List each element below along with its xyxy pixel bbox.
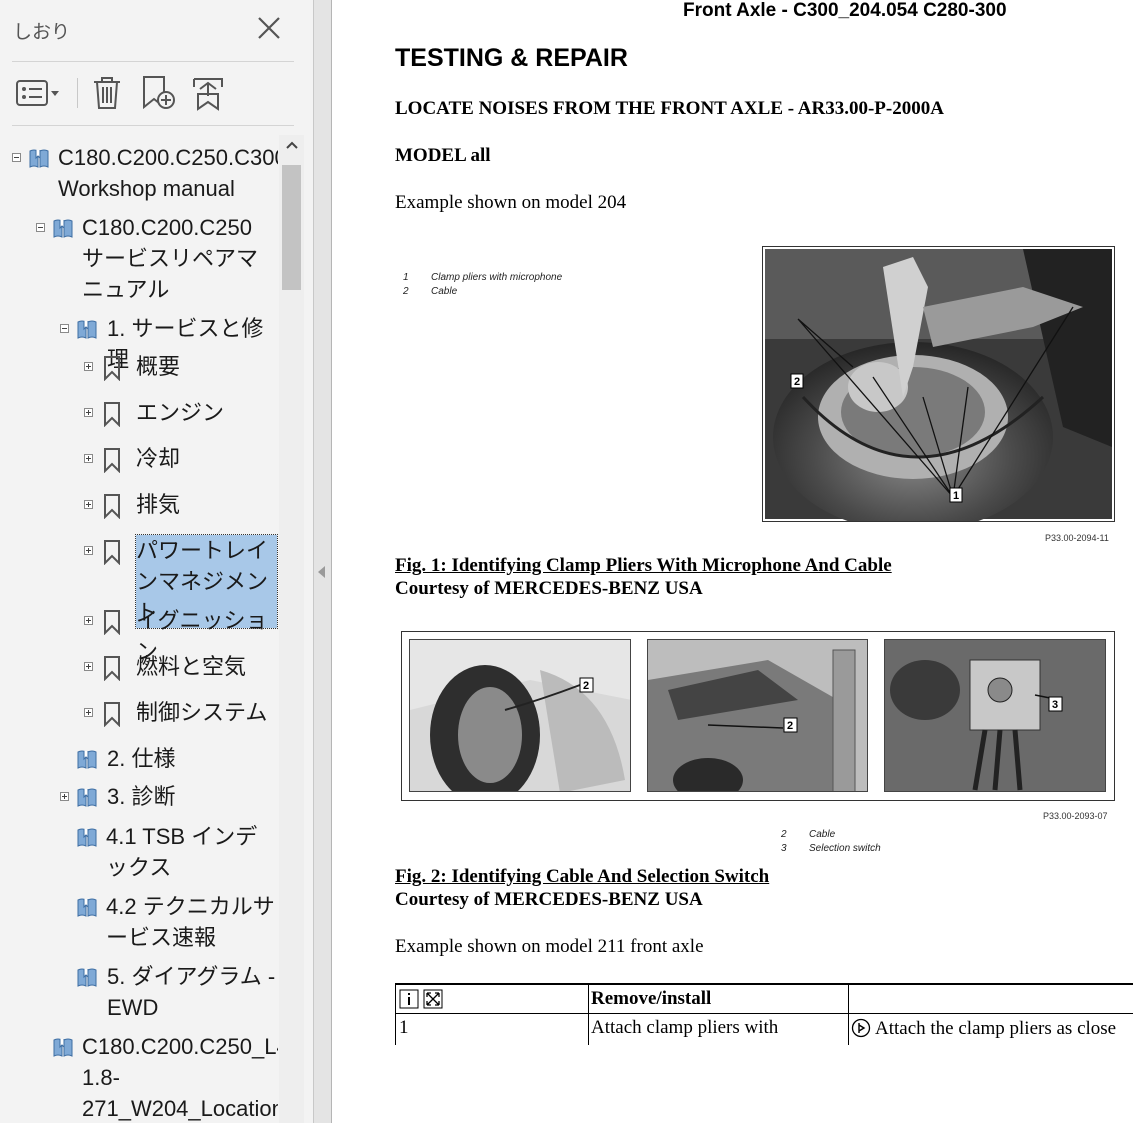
procedure-table: Remove/install 1 Attach clamp pliers wit…: [395, 983, 1133, 1045]
fig1-legend-item: 1 Clamp pliers with microphone: [403, 272, 563, 283]
list-options-icon[interactable]: [12, 72, 64, 114]
bookmark-label[interactable]: 燃料と空気: [136, 651, 276, 682]
example-note: Example shown on model 204: [395, 192, 627, 213]
panel-title: しおり: [13, 21, 71, 43]
toolbar-divider: [77, 78, 78, 108]
fullscreen-icon[interactable]: [423, 989, 443, 1013]
expand-toggle-icon[interactable]: [84, 454, 93, 463]
table-row-note: Attach the clamp pliers as close: [875, 1018, 1117, 1039]
divider: [12, 125, 294, 126]
expand-toggle-icon[interactable]: [84, 662, 93, 671]
figure-courtesy: Courtesy of MERCEDES-BENZ USA: [395, 889, 703, 910]
page-header: Front Axle - C300_204.054 C280-300: [683, 0, 1007, 21]
fig1-callout: 1: [953, 490, 959, 502]
figure-caption: Fig. 1: Identifying Clamp Pliers With Mi…: [395, 555, 892, 576]
expand-toggle-icon[interactable]: [84, 546, 93, 555]
figure-1-photo: 2 1: [762, 246, 1115, 532]
photo-car-door: 2: [647, 639, 868, 792]
bookmark-book-icon: [76, 786, 98, 812]
bookmark-label[interactable]: 2. 仕様: [107, 743, 277, 774]
collapse-toggle-icon[interactable]: [12, 153, 21, 162]
fig2-callout: 2: [583, 680, 589, 692]
bookmark-add-icon[interactable]: [136, 72, 180, 114]
bookmark-icon: [102, 493, 122, 523]
procedure-title: LOCATE NOISES FROM THE FRONT AXLE - AR33…: [395, 98, 944, 119]
table-border: [395, 1013, 1133, 1014]
bookmark-tree: C180.C200.C250.C300 Workshop manual C180.…: [0, 135, 278, 1123]
trash-icon[interactable]: [86, 72, 128, 114]
fig1-callout: 2: [794, 376, 800, 388]
bookmark-label[interactable]: 制御システム: [136, 697, 276, 728]
figure-code: P33.00-2093-07: [1043, 811, 1108, 821]
bookmark-book-icon: [52, 1036, 74, 1062]
table-border: [588, 985, 589, 1045]
table-row-action: Attach clamp pliers with: [591, 1017, 779, 1038]
bookmark-icon: [102, 447, 122, 477]
fig1-legend-item: 2 Cable: [403, 286, 458, 297]
bookmark-book-icon: [76, 896, 98, 922]
scrollbar-thumb[interactable]: [282, 165, 301, 290]
fig2-callout: 2: [787, 720, 793, 732]
document-page: Front Axle - C300_204.054 C280-300 TESTI…: [333, 0, 1133, 1123]
figure-code: P33.00-2094-11: [1045, 533, 1109, 543]
fig2-legend-item: 3 Selection switch: [781, 843, 881, 854]
expand-toggle-icon[interactable]: [84, 500, 93, 509]
close-icon[interactable]: [256, 15, 282, 41]
bookmark-label[interactable]: C180.C200.C250.C300 Workshop manual: [58, 142, 278, 204]
example-note: Example shown on model 211 front axle: [395, 936, 704, 957]
bookmark-icon: [102, 539, 122, 569]
bookmark-icon: [102, 355, 122, 385]
bookmark-icon: [102, 655, 122, 685]
table-border: [848, 985, 849, 1045]
collapse-toggle-icon[interactable]: [36, 223, 45, 232]
fig2-legend-item: 2 Cable: [781, 829, 836, 840]
collapse-toggle-icon[interactable]: [60, 324, 69, 333]
bookmark-expand-icon[interactable]: [186, 72, 230, 114]
expand-toggle-icon[interactable]: [84, 616, 93, 625]
fig2-callout: 3: [1052, 699, 1058, 711]
info-icon[interactable]: [399, 989, 419, 1013]
table-header-remove-install: Remove/install: [591, 988, 712, 1009]
table-border: [395, 985, 396, 1045]
bookmark-book-icon: [76, 966, 98, 992]
bookmark-book-icon: [28, 147, 50, 173]
bookmark-book-icon: [76, 826, 98, 852]
bookmarks-panel: しおり C180.C200.C250.C300 Workshop manual …: [0, 0, 314, 1123]
figure-2-photos: 2 2 3: [401, 631, 1115, 801]
panel-splitter[interactable]: [314, 0, 332, 1123]
bookmark-icon: [102, 401, 122, 431]
table-row-number: 1: [399, 1017, 409, 1038]
figure-courtesy: Courtesy of MERCEDES-BENZ USA: [395, 578, 703, 599]
model-label: MODEL all: [395, 145, 491, 166]
figure-caption: Fig. 2: Identifying Cable And Selection …: [395, 866, 770, 887]
expand-toggle-icon[interactable]: [84, 408, 93, 417]
bookmark-label[interactable]: 5. ダイアグラム - EWD: [107, 961, 277, 1023]
bookmark-label[interactable]: 冷却: [136, 443, 276, 474]
bookmark-label[interactable]: 排気: [136, 489, 276, 520]
bookmark-book-icon: [76, 748, 98, 774]
scrollbar[interactable]: [279, 135, 304, 1123]
bookmark-icon: [102, 609, 122, 639]
bookmark-label[interactable]: 4.2 テクニカルサービス速報: [106, 891, 278, 953]
bookmark-book-icon: [52, 217, 74, 243]
section-title: TESTING & REPAIR: [395, 44, 628, 72]
bookmark-label[interactable]: 4.1 TSB インデックス: [106, 821, 276, 883]
collapse-panel-arrow-icon[interactable]: [318, 566, 325, 578]
note-icon: [851, 1018, 871, 1042]
bookmark-book-icon: [76, 318, 98, 344]
divider: [12, 61, 294, 62]
bookmark-label[interactable]: C180.C200.C250_L4-1.8-271_W204_Locations: [82, 1031, 278, 1123]
expand-toggle-icon[interactable]: [84, 362, 93, 371]
bookmark-label[interactable]: 概要: [136, 351, 276, 382]
expand-toggle-icon[interactable]: [84, 708, 93, 717]
bookmark-label[interactable]: 3. 診断: [107, 781, 277, 812]
photo-selection-switch: 3: [884, 639, 1106, 792]
expand-toggle-icon[interactable]: [60, 792, 69, 801]
bookmark-label[interactable]: C180.C200.C250 サービスリペアマニュアル: [82, 212, 272, 305]
bookmark-label[interactable]: エンジン: [136, 397, 276, 428]
photo-wheel: 2: [409, 639, 631, 792]
scroll-up-arrow-icon[interactable]: [279, 139, 304, 159]
bookmark-icon: [102, 701, 122, 731]
